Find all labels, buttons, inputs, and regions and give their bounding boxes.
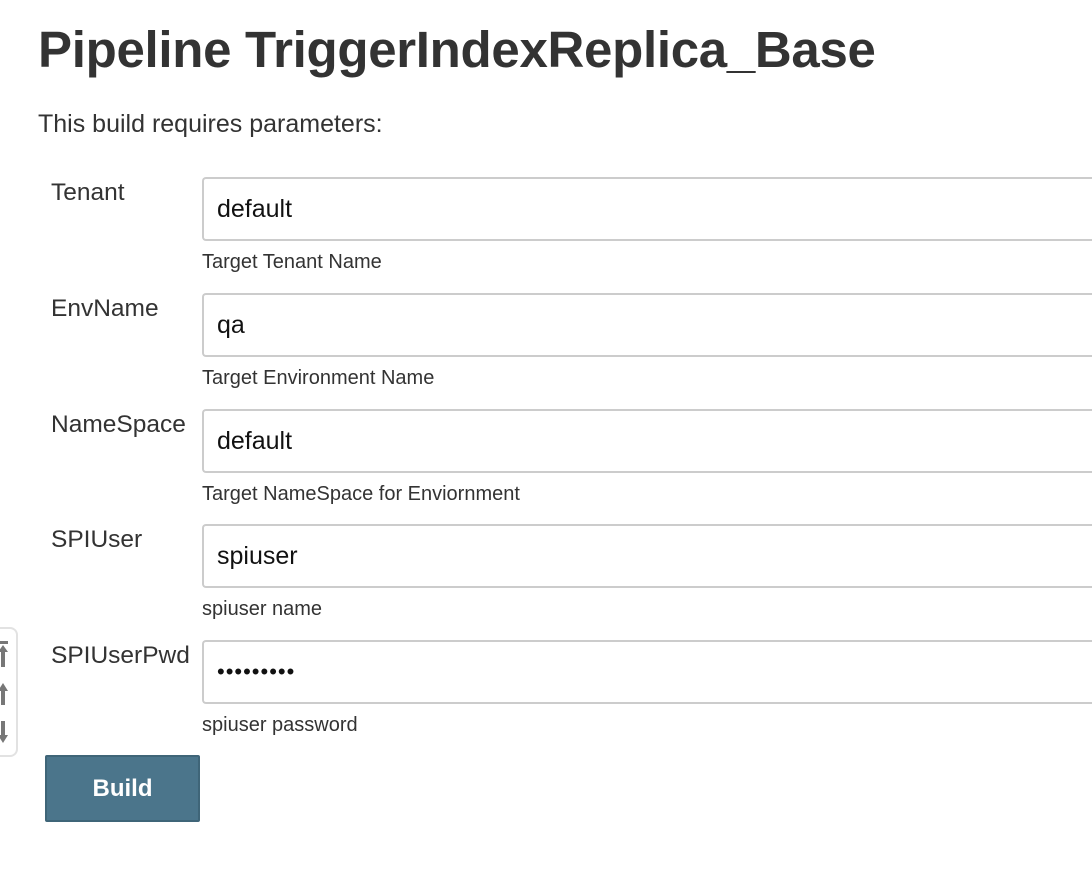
param-row-tenant: Tenant Target Tenant Name <box>0 177 1092 287</box>
parameters-intro: This build requires parameters: <box>38 110 383 138</box>
scroll-up-icon[interactable] <box>0 681 8 707</box>
page-title: Pipeline TriggerIndexReplica_Base <box>38 21 876 78</box>
param-description-namespace: Target NameSpace for Enviornment <box>202 483 520 505</box>
param-description-spiuserpwd: spiuser password <box>202 714 358 736</box>
param-label-spiuser: SPIUser <box>51 526 143 553</box>
param-description-envname: Target Environment Name <box>202 367 435 389</box>
spiuserpwd-input[interactable] <box>202 640 1092 704</box>
tenant-input[interactable] <box>202 177 1092 241</box>
scroll-down-icon[interactable] <box>0 719 8 745</box>
param-row-spiuser: SPIUser spiuser name <box>0 524 1092 634</box>
scroll-to-top-icon[interactable] <box>0 641 8 667</box>
param-description-tenant: Target Tenant Name <box>202 251 382 273</box>
param-row-envname: EnvName Target Environment Name <box>0 293 1092 403</box>
param-label-spiuserpwd: SPIUserPwd <box>51 642 190 669</box>
param-label-namespace: NameSpace <box>51 411 186 438</box>
spiuser-input[interactable] <box>202 524 1092 588</box>
scroll-widget <box>0 627 18 757</box>
param-label-envname: EnvName <box>51 295 159 322</box>
param-row-spiuserpwd: SPIUserPwd spiuser password <box>0 640 1092 750</box>
param-label-tenant: Tenant <box>51 179 125 206</box>
namespace-input[interactable] <box>202 409 1092 473</box>
param-description-spiuser: spiuser name <box>202 598 323 620</box>
param-row-namespace: NameSpace Target NameSpace for Enviornme… <box>0 409 1092 519</box>
build-button[interactable]: Build <box>45 755 200 822</box>
envname-input[interactable] <box>202 293 1092 357</box>
